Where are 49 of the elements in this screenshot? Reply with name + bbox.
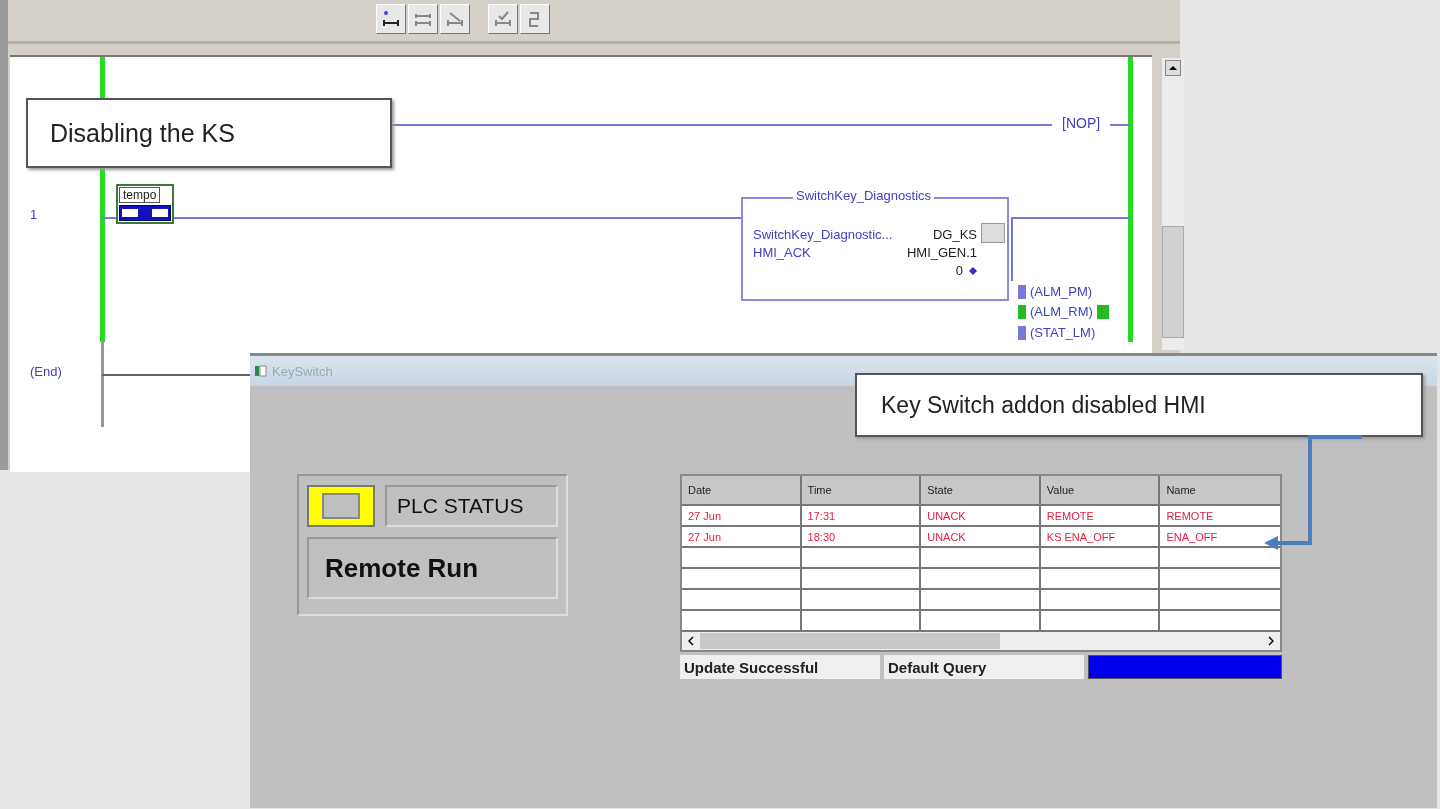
bracket-icon[interactable] (520, 4, 550, 34)
pin-marker-icon (969, 266, 977, 275)
query-name: Default Query (884, 655, 1084, 679)
branch-wire (1011, 217, 1013, 281)
callout-label: Key Switch addon disabled HMI (855, 373, 1423, 437)
column-header[interactable]: State (921, 476, 1041, 504)
table-cell: 17:31 (801, 506, 922, 525)
scroll-left-icon[interactable] (686, 636, 696, 646)
window-title: KeySwitch (272, 363, 333, 379)
table-cell: UNACK (921, 506, 1041, 525)
app-icon (254, 364, 268, 378)
scroll-thumb[interactable] (700, 633, 1000, 649)
column-header[interactable]: Value (1040, 476, 1161, 504)
table-cell: UNACK (921, 527, 1041, 546)
rung-number: (End) (30, 364, 62, 379)
table-cell: KS ENA_OFF (1040, 527, 1161, 546)
block-value: HMI_GEN.1 (906, 245, 977, 260)
column-header[interactable]: Date (682, 476, 802, 504)
block-value: DG_KS (932, 227, 977, 242)
table-cell: 18:30 (801, 527, 922, 546)
vertical-scrollbar[interactable] (1162, 58, 1184, 350)
table-cell: 27 Jun (682, 527, 802, 546)
table-cell: REMOTE (1040, 506, 1161, 525)
rung-number: 1 (30, 207, 38, 222)
block-value: 0 (955, 263, 963, 278)
status-label: PLC STATUS (385, 485, 558, 527)
table-cell: 27 Jun (682, 506, 802, 525)
scroll-right-icon[interactable] (1266, 636, 1276, 646)
block-parameter: HMI_ACK (753, 245, 811, 260)
table-cell-text: REMOTE (1165, 508, 1215, 524)
coil-instruction[interactable]: (ALM_RM) (1018, 305, 1109, 319)
block-parameter: SwitchKey_Diagnostic... (753, 227, 893, 242)
nop-instruction: [NOP] (1060, 115, 1103, 131)
scroll-thumb[interactable] (1162, 226, 1184, 338)
column-header[interactable]: Name (1160, 476, 1280, 504)
check-icon[interactable] (488, 4, 518, 34)
horizontal-scrollbar[interactable] (682, 632, 1280, 650)
block-title: SwitchKey_Diagnostics (793, 188, 935, 203)
branch-icon[interactable] (376, 4, 406, 34)
mode-display: Remote Run (307, 537, 558, 599)
status-message: Update Successful (680, 655, 880, 679)
table-cell-text: ENA_OFF (1165, 529, 1219, 545)
scroll-up-icon[interactable] (1165, 60, 1181, 76)
column-header[interactable]: Time (801, 476, 922, 504)
contact-tag: tempo (119, 187, 161, 203)
rung-icon[interactable] (408, 4, 438, 34)
callout-label: Disabling the KS (26, 98, 392, 168)
rung-wire (1110, 124, 1130, 126)
contact-instruction[interactable]: tempo (116, 184, 174, 224)
